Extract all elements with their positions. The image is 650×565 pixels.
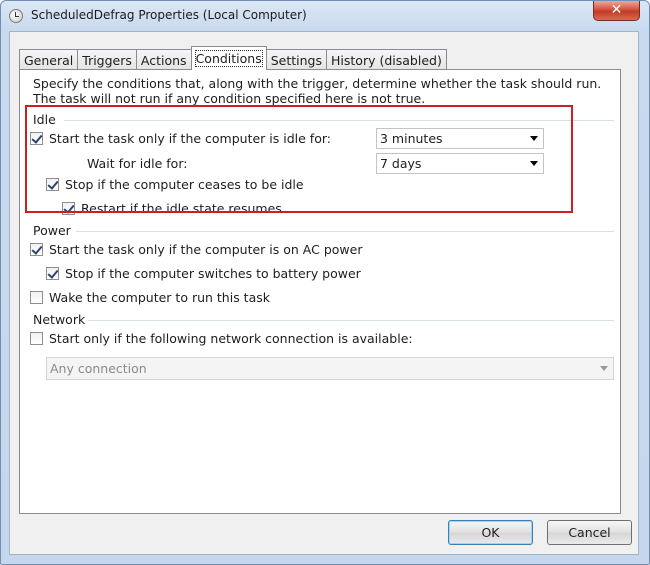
wake-row[interactable]: Wake the computer to run this task — [30, 290, 270, 305]
ac-power-label: Start the task only if the computer is o… — [49, 242, 363, 257]
tab-history[interactable]: History (disabled) — [326, 49, 447, 70]
tab-label: History (disabled) — [331, 52, 442, 68]
tab-label: Triggers — [82, 52, 132, 68]
ac-power-checkbox[interactable] — [30, 243, 43, 256]
conditions-panel: Specify the conditions that, along with … — [19, 69, 621, 514]
cancel-button[interactable]: Cancel — [547, 520, 632, 545]
power-separator — [76, 231, 614, 232]
network-connection-select[interactable]: Any connection — [46, 357, 614, 380]
tab-actions[interactable]: Actions — [135, 49, 192, 70]
network-label: Start only if the following network conn… — [49, 331, 413, 346]
tab-settings[interactable]: Settings — [265, 49, 328, 70]
tab-label: General — [24, 52, 74, 68]
clock-icon — [9, 9, 23, 23]
dialog-client: General Triggers Actions Conditions Sett… — [9, 31, 639, 555]
tab-label: Settings — [270, 52, 323, 68]
close-button[interactable]: ✕ — [593, 1, 640, 21]
tab-general[interactable]: General — [19, 49, 79, 70]
battery-checkbox[interactable] — [46, 267, 59, 280]
network-row[interactable]: Start only if the following network conn… — [30, 331, 413, 346]
tab-label: Conditions — [194, 50, 263, 67]
network-separator — [88, 320, 614, 321]
title-bar[interactable]: ScheduledDefrag Properties (Local Comput… — [1, 1, 649, 31]
window-title: ScheduledDefrag Properties (Local Comput… — [31, 8, 307, 22]
close-icon: ✕ — [610, 2, 623, 18]
highlight-box — [25, 105, 573, 213]
network-checkbox[interactable] — [30, 332, 43, 345]
power-group-label: Power — [33, 223, 71, 238]
description-text: Specify the conditions that, along with … — [33, 76, 602, 106]
ok-button[interactable]: OK — [448, 520, 533, 545]
tab-triggers[interactable]: Triggers — [77, 49, 137, 70]
wake-checkbox[interactable] — [30, 291, 43, 304]
network-group-label: Network — [33, 312, 86, 327]
wake-label: Wake the computer to run this task — [49, 290, 270, 305]
tab-conditions[interactable]: Conditions — [190, 46, 267, 70]
ac-power-row[interactable]: Start the task only if the computer is o… — [30, 242, 362, 257]
chevron-down-icon — [600, 366, 608, 371]
tab-label: Actions — [140, 52, 187, 68]
tab-strip: General Triggers Actions Conditions Sett… — [19, 46, 447, 70]
properties-window: ScheduledDefrag Properties (Local Comput… — [0, 0, 650, 565]
battery-label: Stop if the computer switches to battery… — [65, 266, 361, 281]
network-connection-value: Any connection — [50, 361, 147, 376]
battery-row[interactable]: Stop if the computer switches to battery… — [46, 266, 361, 281]
